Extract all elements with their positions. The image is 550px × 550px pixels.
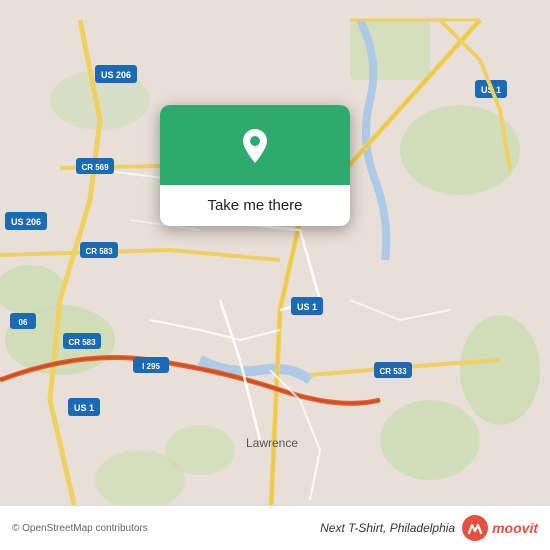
svg-text:Lawrence: Lawrence: [246, 436, 298, 450]
moovit-logo: moovit: [461, 514, 538, 542]
svg-text:06: 06: [19, 318, 28, 327]
moovit-text: moovit: [492, 520, 538, 536]
svg-text:I 295: I 295: [142, 362, 160, 371]
bottom-bar: © OpenStreetMap contributors Next T-Shir…: [0, 505, 550, 550]
app-info: Next T-Shirt, Philadelphia moovit: [320, 514, 538, 542]
map-container: US 206 US 1 CR 569 US 206 CR 583 US 1 CR…: [0, 0, 550, 550]
svg-text:US 1: US 1: [297, 302, 317, 312]
moovit-icon: [461, 514, 489, 542]
svg-text:CR 569: CR 569: [81, 163, 109, 172]
map-background: US 206 US 1 CR 569 US 206 CR 583 US 1 CR…: [0, 0, 550, 550]
svg-text:US 206: US 206: [101, 70, 131, 80]
svg-text:US 1: US 1: [74, 403, 94, 413]
svg-text:CR 583: CR 583: [85, 247, 113, 256]
svg-text:CR 583: CR 583: [68, 338, 96, 347]
svg-text:US 206: US 206: [11, 217, 41, 227]
svg-text:CR 533: CR 533: [379, 367, 407, 376]
location-pin-icon: [233, 125, 277, 169]
take-me-there-button[interactable]: Take me there: [160, 185, 350, 226]
app-name-text: Next T-Shirt, Philadelphia: [320, 521, 455, 535]
popup-card[interactable]: Take me there: [160, 105, 350, 226]
attribution-text: © OpenStreetMap contributors: [12, 523, 148, 534]
popup-header: [160, 105, 350, 185]
